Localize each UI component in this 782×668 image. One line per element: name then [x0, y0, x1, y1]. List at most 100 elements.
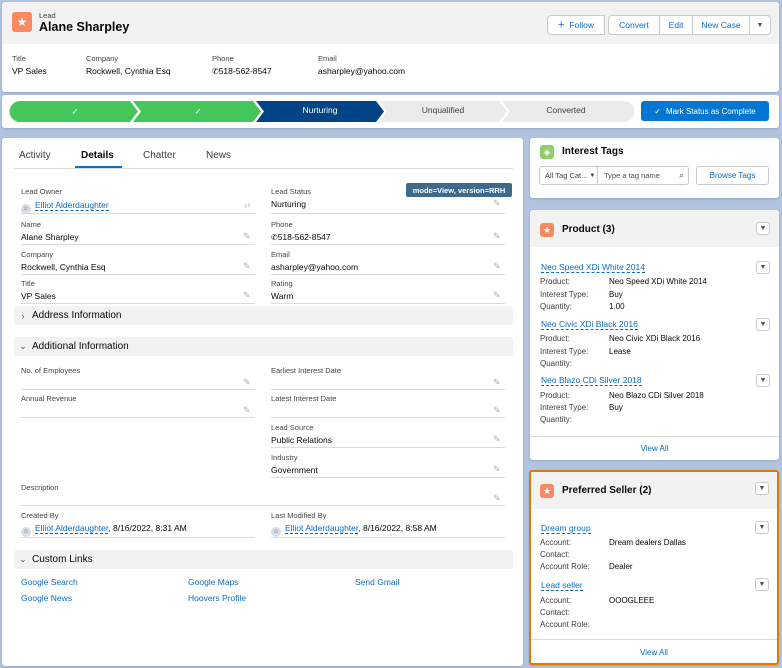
email-label: Email	[271, 250, 290, 259]
lead-icon: ★	[12, 12, 32, 32]
email-link[interactable]: asharpley@yahoo.com	[271, 262, 358, 272]
edit-pencil-icon[interactable]: ✎	[243, 262, 252, 271]
preferred-seller-menu-button[interactable]: ▼	[755, 482, 769, 495]
path-step-unqualified-label: Unqualified	[421, 105, 465, 115]
field-divider	[21, 274, 255, 275]
field-divider	[271, 244, 505, 245]
tag-category-select[interactable]: All Tag Cat... ▼	[539, 166, 598, 185]
card-footer-divider	[531, 639, 777, 640]
edit-pencil-icon[interactable]: ✎	[493, 378, 502, 387]
highlight-company-value: Rockwell, Cynthia Esq	[86, 66, 171, 76]
latest-interest-label: Latest Interest Date	[271, 394, 337, 403]
interest-type-value: Buy	[609, 290, 623, 299]
edit-pencil-icon[interactable]: ✎	[493, 465, 502, 474]
edit-pencil-icon[interactable]: ✎	[243, 291, 252, 300]
lead-source-label: Lead Source	[271, 423, 314, 432]
edit-pencil-icon[interactable]: ✎	[493, 406, 502, 415]
product-value-link[interactable]: Neo Civic XDi Black 2016	[609, 334, 700, 343]
employees-label: No. of Employees	[21, 366, 81, 375]
custom-link-google-news[interactable]: Google News	[21, 593, 72, 603]
edit-pencil-icon[interactable]: ✎	[493, 435, 502, 444]
quantity-label: Quantity:	[540, 415, 573, 424]
custom-link-send-gmail[interactable]: Send Gmail	[355, 577, 399, 587]
earliest-interest-label: Earliest Interest Date	[271, 366, 342, 375]
account-value-link[interactable]: Dream dealers Dallas	[609, 538, 686, 547]
seller-item-name[interactable]: Lead seller	[541, 580, 583, 591]
chevron-down-icon: ▼	[589, 172, 596, 179]
browse-tags-button[interactable]: Browse Tags	[696, 166, 769, 185]
product-label: Product:	[540, 277, 570, 286]
record-name: Alane Sharpley	[39, 20, 130, 34]
tab-activity[interactable]: Activity	[19, 150, 51, 161]
status-path: ✓ ✓ Nurturing Unqualified Converted ✓ Mar…	[2, 95, 779, 128]
contact-label: Contact:	[540, 550, 570, 559]
edit-pencil-icon[interactable]: ✎	[493, 291, 502, 300]
new-case-button[interactable]: New Case	[692, 15, 750, 35]
seller-item-menu-button[interactable]: ▼	[755, 521, 769, 534]
preferred-seller-view-all-link[interactable]: View All	[531, 648, 777, 657]
created-by-link[interactable]: Elliot Alderdaughter	[35, 523, 109, 534]
tab-details[interactable]: Details	[81, 150, 114, 161]
field-divider	[21, 213, 255, 214]
lead-status-label: Lead Status	[271, 187, 312, 196]
highlight-title-label: Title	[12, 54, 26, 63]
product-item-name[interactable]: Neo Speed XDi White 2014	[541, 262, 645, 273]
lead-owner-value[interactable]: ☺ Elliot Alderdaughter	[21, 200, 109, 214]
quantity-label: Quantity:	[540, 359, 573, 368]
tab-news[interactable]: News	[206, 150, 231, 161]
account-role-value: Dealer	[609, 562, 633, 571]
company-label: Company	[21, 250, 54, 259]
custom-link-hoovers-profile[interactable]: Hoovers Profile	[188, 593, 246, 603]
edit-pencil-icon[interactable]: ✎	[493, 199, 502, 208]
highlight-email-link[interactable]: asharpley@yahoo.com	[318, 66, 405, 76]
title-label: Title	[21, 279, 35, 288]
edit-pencil-icon[interactable]: ✎	[493, 262, 502, 271]
follow-button[interactable]: + Follow	[547, 15, 605, 35]
seller-item-name[interactable]: Dream group	[541, 523, 591, 534]
convert-button[interactable]: Convert	[608, 15, 660, 35]
product-value-link[interactable]: Neo Speed XDi White 2014	[609, 277, 707, 286]
interest-type-label: Interest Type:	[540, 347, 589, 356]
product-view-all-link[interactable]: View All	[530, 444, 779, 453]
field-divider	[271, 447, 505, 448]
custom-link-google-search[interactable]: Google Search	[21, 577, 78, 587]
path-step-current-label: Nurturing	[302, 105, 338, 115]
change-owner-icon[interactable]: ⇄	[244, 201, 251, 210]
custom-links-section-header[interactable]: ⌄ Custom Links	[14, 550, 513, 569]
annual-revenue-label: Annual Revenue	[21, 394, 77, 403]
custom-link-google-maps[interactable]: Google Maps	[188, 577, 239, 587]
edit-button[interactable]: Edit	[659, 15, 693, 35]
rating-label: Rating	[271, 279, 293, 288]
contact-label: Contact:	[540, 608, 570, 617]
product-value-link[interactable]: Neo Blazo CDi Silver 2018	[609, 391, 704, 400]
interest-type-label: Interest Type:	[540, 403, 589, 412]
highlight-phone-value[interactable]: ✆518-562-8547	[212, 66, 272, 76]
field-divider	[271, 477, 505, 478]
description-label: Description	[21, 483, 59, 492]
edit-pencil-icon[interactable]: ✎	[243, 378, 252, 387]
more-actions-button[interactable]: ▼	[749, 15, 771, 35]
edit-pencil-icon[interactable]: ✎	[493, 232, 502, 241]
additional-section-header[interactable]: ⌄ Additional Information	[14, 337, 513, 356]
field-divider	[21, 389, 255, 390]
product-item-menu-button[interactable]: ▼	[756, 261, 770, 274]
tab-chatter[interactable]: Chatter	[143, 150, 176, 161]
mark-status-complete-button[interactable]: ✓ Mark Status as Complete	[641, 101, 769, 121]
tag-search-input[interactable]: Type a tag name ⌕	[598, 166, 689, 185]
modified-by-link[interactable]: Elliot Alderdaughter	[285, 523, 359, 534]
account-value-link[interactable]: OOOGLEEE	[609, 596, 654, 605]
edit-pencil-icon[interactable]: ✎	[243, 406, 252, 415]
product-item-menu-button[interactable]: ▼	[756, 318, 770, 331]
seller-item-menu-button[interactable]: ▼	[755, 578, 769, 591]
product-menu-button[interactable]: ▼	[756, 222, 770, 235]
edit-pencil-icon[interactable]: ✎	[493, 494, 502, 503]
product-item-menu-button[interactable]: ▼	[756, 374, 770, 387]
product-item-name[interactable]: Neo Civic XDi Black 2016	[541, 319, 638, 330]
object-label: Lead	[39, 11, 56, 20]
address-section-header[interactable]: › Address Information	[14, 306, 513, 325]
path-step-converted-label: Converted	[546, 105, 586, 115]
quantity-label: Quantity:	[540, 302, 573, 311]
product-item-name[interactable]: Neo Blazo CDi Silver 2018	[541, 375, 642, 386]
phone-value[interactable]: ✆518-562-8547	[271, 232, 331, 242]
edit-pencil-icon[interactable]: ✎	[243, 232, 252, 241]
